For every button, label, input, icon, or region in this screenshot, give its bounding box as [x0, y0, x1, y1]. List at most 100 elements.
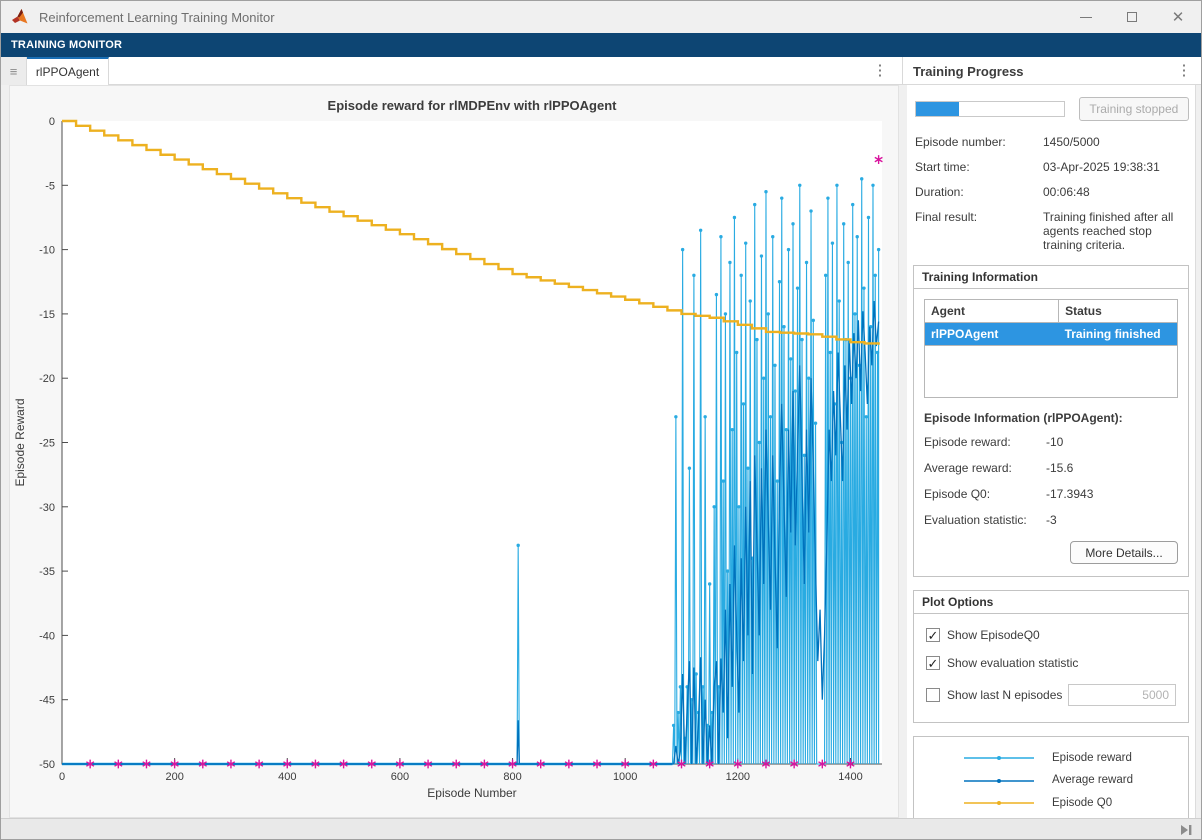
- episode-reward-marker: [853, 312, 856, 315]
- tab-list-icon[interactable]: ≡: [1, 57, 27, 85]
- checkbox[interactable]: ✓: [926, 628, 940, 642]
- skip-to-end-icon[interactable]: [1179, 823, 1193, 837]
- episode-reward-marker: [753, 203, 756, 206]
- episode-reward-marker: [672, 724, 675, 727]
- field-label: Final result:: [915, 210, 1043, 252]
- y-tick-label: -30: [39, 502, 55, 514]
- episode-reward-marker: [516, 544, 519, 547]
- y-tick-label: -45: [39, 695, 55, 707]
- episode-reward-marker: [785, 428, 788, 431]
- close-button[interactable]: ✕: [1155, 1, 1201, 33]
- episode-reward-marker: [794, 389, 797, 392]
- status-cell: Training finished: [1059, 323, 1178, 346]
- episode-information-title: Episode Information (rlPPOAgent):: [924, 411, 1178, 425]
- episode-reward-marker: [798, 184, 801, 187]
- field-label: Start time:: [915, 160, 1043, 174]
- episode-reward-marker: [715, 293, 718, 296]
- episode-reward-marker: [681, 248, 684, 251]
- episode-reward-marker: [814, 422, 817, 425]
- y-tick-label: -5: [45, 180, 55, 192]
- episode-reward-marker: [676, 711, 679, 714]
- minimize-button[interactable]: [1063, 1, 1109, 33]
- episode-reward-marker: [812, 319, 815, 322]
- episode-reward-marker: [679, 685, 682, 688]
- episode-reward-marker: [796, 286, 799, 289]
- episode-reward-marker: [699, 229, 702, 232]
- training-information-group: Training Information AgentStatus rlPPOAg…: [913, 265, 1189, 577]
- x-tick-label: 0: [59, 771, 65, 783]
- y-tick-label: -25: [39, 438, 55, 450]
- episode-reward-marker: [865, 415, 868, 418]
- training-progress-bar: [915, 101, 1065, 117]
- training-progress-menu-icon[interactable]: ⋮: [1175, 63, 1193, 78]
- episode-reward-marker: [856, 235, 859, 238]
- episode-reward-marker: [769, 415, 772, 418]
- line-dot-marker-icon: [960, 751, 1038, 765]
- x-tick-label: 1000: [613, 771, 637, 783]
- episode-reward-marker: [826, 196, 829, 199]
- stat-value: -17.3943: [1046, 487, 1178, 501]
- x-tick-label: 600: [391, 771, 409, 783]
- checkbox-row-show-episodeq0: ✓Show EpisodeQ0: [926, 628, 1176, 642]
- main-content: Episode reward for rlMDPEnv with rlPPOAg…: [1, 85, 1202, 818]
- episode-reward-marker: [874, 274, 877, 277]
- episode-reward-marker: [837, 299, 840, 302]
- matlab-logo-icon: [11, 8, 31, 26]
- checkbox-row-show-last-n-episodes: Show last N episodes: [926, 684, 1176, 706]
- legend-item: Episode reward: [960, 751, 1188, 765]
- episode-reward-marker: [877, 248, 880, 251]
- checkbox[interactable]: [926, 688, 940, 702]
- y-tick-label: -40: [39, 630, 55, 642]
- episode-reward-marker: [724, 312, 727, 315]
- y-tick-label: -20: [39, 373, 55, 385]
- episode-stats: Episode reward:-10Average reward:-15.6Ep…: [924, 435, 1178, 527]
- episode-reward-marker: [674, 415, 677, 418]
- sidebar-header: Training Progress: [907, 57, 1195, 85]
- episode-reward-marker: [778, 280, 781, 283]
- y-tick-label: 0: [49, 116, 55, 128]
- episode-reward-marker: [762, 377, 765, 380]
- scrollbar-gutter: [1195, 85, 1202, 818]
- y-tick-label: -35: [39, 566, 55, 578]
- episode-reward-marker: [760, 254, 763, 257]
- episode-reward-marker: [791, 222, 794, 225]
- field-label: Episode number:: [915, 135, 1043, 149]
- checkbox-label: Show last N episodes: [947, 688, 1062, 702]
- field-label: Duration:: [915, 185, 1043, 199]
- episode-reward-marker: [744, 241, 747, 244]
- ribbon-tab-training-monitor[interactable]: TRAINING MONITOR: [11, 39, 122, 51]
- legend-item: Episode Q0: [960, 796, 1188, 810]
- episode-reward-marker: [867, 216, 870, 219]
- legend-label: Average reward: [1052, 773, 1133, 787]
- table-row[interactable]: rlPPOAgentTraining finished: [925, 323, 1178, 346]
- agent-cell: rlPPOAgent: [925, 323, 1059, 346]
- checkbox[interactable]: ✓: [926, 656, 940, 670]
- episode-reward-marker: [728, 261, 731, 264]
- line-dot-marker-icon: [960, 796, 1038, 810]
- episode-reward-marker: [771, 235, 774, 238]
- checkbox-label: Show evaluation statistic: [947, 656, 1078, 670]
- x-tick-label: 400: [278, 771, 296, 783]
- episode-reward-marker: [828, 351, 831, 354]
- window-title: Reinforcement Learning Training Monitor: [39, 10, 275, 25]
- x-tick-label: 200: [165, 771, 183, 783]
- table-header: Status: [1059, 300, 1178, 323]
- y-tick-label: -10: [39, 245, 55, 257]
- episode-reward-marker: [737, 505, 740, 508]
- x-tick-label: 1200: [726, 771, 750, 783]
- episode-reward-marker: [742, 402, 745, 405]
- tab-rlppoagent[interactable]: rlPPOAgent: [27, 57, 109, 85]
- ribbon-bar: TRAINING MONITOR: [1, 33, 1201, 57]
- episode-reward-marker: [749, 299, 752, 302]
- episode-reward-marker: [803, 454, 806, 457]
- document-menu-icon[interactable]: ⋮: [871, 63, 889, 78]
- more-details-button[interactable]: More Details...: [1070, 541, 1178, 564]
- maximize-button[interactable]: [1109, 1, 1155, 33]
- episode-reward-marker: [735, 351, 738, 354]
- stat-value: -15.6: [1046, 461, 1178, 475]
- chart-title: Episode reward for rlMDPEnv with rlPPOAg…: [328, 98, 618, 113]
- x-tick-label: 1400: [838, 771, 862, 783]
- field-value: 03-Apr-2025 19:38:31: [1043, 160, 1187, 174]
- training-stopped-button: Training stopped: [1079, 97, 1189, 121]
- progress-row: Training stopped: [913, 97, 1189, 121]
